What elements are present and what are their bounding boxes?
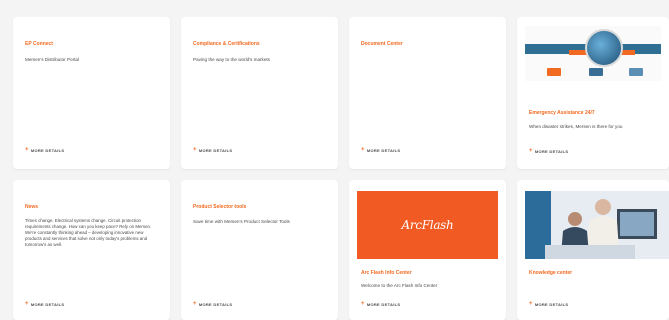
card-title[interactable]: Compliance & Certifications — [193, 41, 260, 48]
card-title[interactable]: News — [25, 204, 38, 211]
card-description: When disaster strikes, Mersen is there f… — [529, 124, 623, 129]
card-description: Welcome to the Arc Flash Info Center — [361, 283, 438, 288]
more-details-label: MORE DETAILS — [30, 301, 65, 307]
more-details-link[interactable]: + MORE DETAILS — [361, 301, 400, 307]
card-description: Save time with Mersen's Product Selector… — [193, 219, 290, 224]
card-title[interactable]: EP Connect — [25, 41, 53, 48]
card-title[interactable]: Knowledge center — [529, 270, 572, 277]
card-emergency-assistance[interactable]: Emergency Assistance 24/7 When disaster … — [517, 17, 669, 169]
plus-icon: + — [193, 147, 197, 153]
card-arc-flash[interactable]: ArcFlash Arc Flash Info Center Welcome t… — [349, 180, 506, 320]
card-knowledge-center[interactable]: Knowledge center + MORE DETAILS — [517, 180, 669, 320]
arcflash-logo: ArcFlash — [401, 218, 454, 232]
photo-illustration — [525, 191, 669, 259]
plus-icon: + — [361, 147, 365, 153]
more-details-link[interactable]: + MORE DETAILS — [529, 148, 568, 154]
plus-icon: + — [25, 301, 29, 307]
card-description: Mersen's Distributor Portal — [25, 57, 79, 62]
card-ep-connect[interactable]: EP Connect Mersen's Distributor Portal +… — [13, 17, 170, 169]
more-details-link[interactable]: + MORE DETAILS — [25, 301, 64, 307]
globe-icon — [585, 29, 623, 67]
plus-icon: + — [361, 301, 365, 307]
plus-icon: + — [25, 147, 29, 153]
card-title[interactable]: Emergency Assistance 24/7 — [529, 110, 595, 117]
more-details-link[interactable]: + MORE DETAILS — [529, 301, 568, 307]
more-details-label: MORE DETAILS — [366, 301, 401, 307]
card-title[interactable]: Product Selector tools — [193, 204, 246, 211]
more-details-label: MORE DETAILS — [30, 147, 65, 153]
global-emergency-image[interactable] — [525, 26, 661, 81]
card-news[interactable]: News Times change. Electrical systems ch… — [13, 180, 170, 320]
warehouse-icon — [589, 68, 603, 76]
card-document-center[interactable]: Document Center + MORE DETAILS — [349, 17, 506, 169]
more-details-label: MORE DETAILS — [366, 147, 401, 153]
more-details-link[interactable]: + MORE DETAILS — [361, 147, 400, 153]
plus-icon: + — [193, 301, 197, 307]
more-details-link[interactable]: + MORE DETAILS — [193, 301, 232, 307]
truck-icon — [547, 68, 561, 76]
arcflash-image[interactable]: ArcFlash — [357, 191, 498, 259]
factory-icon — [629, 68, 643, 76]
card-title[interactable]: Arc Flash Info Center — [361, 270, 412, 277]
more-details-label: MORE DETAILS — [534, 148, 569, 154]
card-description: Paving the way to the world's markets — [193, 57, 270, 62]
more-details-label: MORE DETAILS — [198, 301, 233, 307]
more-details-link[interactable]: + MORE DETAILS — [193, 147, 232, 153]
card-description: Times change. Electrical systems change.… — [25, 218, 152, 247]
plus-icon: + — [529, 301, 533, 307]
more-details-label: MORE DETAILS — [534, 301, 569, 307]
cards-grid: EP Connect Mersen's Distributor Portal +… — [13, 17, 669, 320]
card-product-selector[interactable]: Product Selector tools Save time with Me… — [181, 180, 338, 320]
more-details-link[interactable]: + MORE DETAILS — [25, 147, 64, 153]
people-at-computer-photo[interactable] — [525, 191, 669, 259]
more-details-label: MORE DETAILS — [198, 147, 233, 153]
card-title[interactable]: Document Center — [361, 41, 403, 48]
plus-icon: + — [529, 148, 533, 154]
card-compliance[interactable]: Compliance & Certifications Paving the w… — [181, 17, 338, 169]
